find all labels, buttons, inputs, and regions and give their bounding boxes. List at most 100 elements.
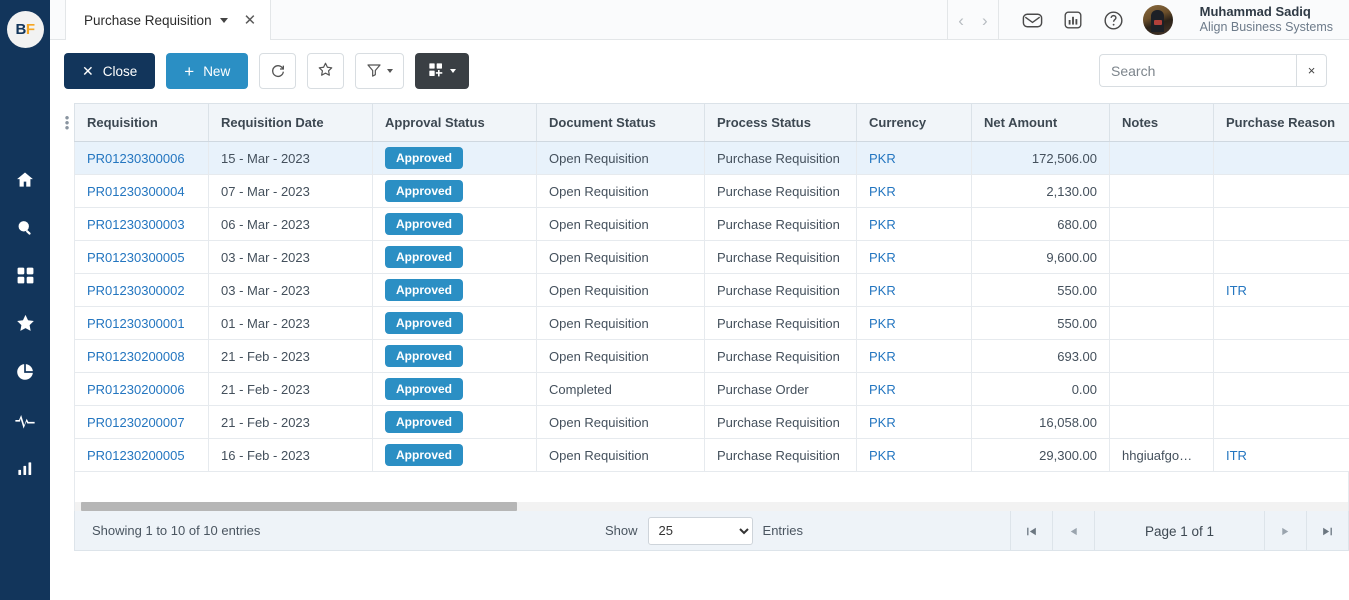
status-badge[interactable]: Approved — [385, 147, 464, 169]
first-page-button[interactable] — [1010, 511, 1052, 551]
status-badge[interactable]: Approved — [385, 312, 464, 334]
currency-link[interactable]: PKR — [869, 415, 896, 430]
table-row[interactable]: PR01230200006 21 - Feb - 2023 Approved Comp… — [74, 372, 1349, 406]
column-header-document_status[interactable]: Document Status — [536, 103, 705, 142]
chart-report-icon[interactable] — [1062, 9, 1084, 31]
table-row[interactable]: PR01230200008 21 - Feb - 2023 Approved Open… — [74, 339, 1349, 373]
search-clear-button[interactable]: × — [1296, 54, 1327, 87]
table-row[interactable]: PR01230200005 16 - Feb - 2023 Approved Open… — [74, 438, 1349, 472]
column-header-currency[interactable]: Currency — [856, 103, 972, 142]
nav-back-icon[interactable]: ‹ — [958, 12, 964, 29]
cell-requisition: PR01230300001 — [74, 306, 209, 340]
column-header-net_amount[interactable]: Net Amount — [971, 103, 1110, 142]
column-header-process_status[interactable]: Process Status — [704, 103, 857, 142]
table-row[interactable]: PR01230300006 15 - Mar - 2023 Approved Open… — [74, 141, 1349, 175]
column-header-notes[interactable]: Notes — [1109, 103, 1214, 142]
cell-process_status: Purchase Order — [704, 372, 857, 406]
currency-link[interactable]: PKR — [869, 448, 896, 463]
cell-document_status: Open Requisition — [536, 273, 705, 307]
sidebar-item-apps[interactable] — [12, 266, 38, 290]
close-button[interactable]: ✕ Close — [64, 53, 156, 89]
requisition-link[interactable]: PR01230300003 — [87, 217, 185, 232]
refresh-button[interactable] — [259, 53, 297, 89]
requisition-link[interactable]: PR01230300004 — [87, 184, 185, 199]
filter-button[interactable] — [355, 53, 405, 89]
prev-page-button[interactable] — [1052, 511, 1094, 551]
horizontal-scrollbar-thumb[interactable] — [81, 502, 517, 511]
help-question-icon[interactable] — [1102, 9, 1125, 32]
new-button[interactable]: + New — [166, 53, 249, 89]
cell-approval_status: Approved — [372, 306, 537, 340]
nav-forward-icon[interactable]: › — [982, 12, 988, 29]
currency-link[interactable]: PKR — [869, 283, 896, 298]
cell-requisition_date: 15 - Mar - 2023 — [208, 141, 373, 175]
cell-purchase_reason — [1213, 372, 1349, 406]
currency-link[interactable]: PKR — [869, 250, 896, 265]
next-page-button[interactable] — [1264, 511, 1306, 551]
close-icon[interactable]: ✕ — [244, 13, 257, 28]
sidebar-item-favorites[interactable] — [12, 314, 38, 338]
user-info[interactable]: Muhammad Sadiq Align Business Systems — [1200, 4, 1335, 36]
column-header-requisition[interactable]: Requisition — [74, 103, 209, 142]
currency-link[interactable]: PKR — [869, 349, 896, 364]
grid-options-handle[interactable]: • • • — [60, 111, 74, 134]
status-badge[interactable]: Approved — [385, 246, 464, 268]
status-badge[interactable]: Approved — [385, 444, 464, 466]
sidebar-item-search[interactable] — [12, 218, 38, 242]
add-view-button[interactable] — [415, 53, 470, 89]
sidebar-item-analytics[interactable] — [12, 458, 38, 482]
currency-link[interactable]: PKR — [869, 316, 896, 331]
table-row[interactable]: PR01230300001 01 - Mar - 2023 Approved Open… — [74, 306, 1349, 340]
column-header-purchase_reason[interactable]: Purchase Reason — [1213, 103, 1349, 142]
cell-currency: PKR — [856, 240, 972, 274]
avatar[interactable] — [1142, 5, 1173, 35]
currency-link[interactable]: PKR — [869, 184, 896, 199]
sidebar-item-reports[interactable] — [12, 362, 38, 386]
currency-link[interactable]: PKR — [869, 382, 896, 397]
cell-document_status: Completed — [536, 372, 705, 406]
requisition-link[interactable]: PR01230300001 — [87, 316, 185, 331]
status-badge[interactable]: Approved — [385, 213, 464, 235]
status-badge[interactable]: Approved — [385, 345, 464, 367]
cell-requisition: PR01230200008 — [74, 339, 209, 373]
cell-document_status: Open Requisition — [536, 240, 705, 274]
page-size-select[interactable]: 25 — [647, 516, 753, 545]
search-input[interactable] — [1099, 54, 1296, 87]
cell-purchase_reason: ITR — [1213, 438, 1349, 472]
tab-purchase-requisition[interactable]: Purchase Requisition ✕ — [65, 0, 272, 40]
status-badge[interactable]: Approved — [385, 411, 464, 433]
mail-icon[interactable] — [1021, 9, 1044, 32]
status-badge[interactable]: Approved — [385, 378, 464, 400]
purchase_reason-link[interactable]: ITR — [1226, 448, 1247, 463]
column-header-approval_status[interactable]: Approval Status — [372, 103, 537, 142]
status-badge[interactable]: Approved — [385, 180, 464, 202]
status-badge[interactable]: Approved — [385, 279, 464, 301]
requisition-link[interactable]: PR01230200006 — [87, 382, 185, 397]
table-row[interactable]: PR01230300003 06 - Mar - 2023 Approved Open… — [74, 207, 1349, 241]
app-logo[interactable]: BF — [0, 4, 50, 54]
cell-approval_status: Approved — [372, 405, 537, 439]
last-page-button[interactable] — [1306, 511, 1348, 551]
table-row[interactable]: PR01230300004 07 - Mar - 2023 Approved Open… — [74, 174, 1349, 208]
sidebar-item-activity[interactable] — [12, 410, 38, 434]
logo-letter-f: F — [25, 20, 35, 38]
favorite-button[interactable] — [307, 53, 345, 89]
table-row[interactable]: PR01230300002 03 - Mar - 2023 Approved Open… — [74, 273, 1349, 307]
requisition-link[interactable]: PR01230300005 — [87, 250, 185, 265]
requisition-link[interactable]: PR01230200008 — [87, 349, 185, 364]
horizontal-scrollbar[interactable] — [74, 502, 1349, 511]
currency-link[interactable]: PKR — [869, 151, 896, 166]
requisition-link[interactable]: PR01230200007 — [87, 415, 185, 430]
requisition-link[interactable]: PR01230300006 — [87, 151, 185, 166]
requisition-link[interactable]: PR01230300002 — [87, 283, 185, 298]
purchase_reason-link[interactable]: ITR — [1226, 283, 1247, 298]
currency-link[interactable]: PKR — [869, 217, 896, 232]
chevron-down-icon[interactable] — [219, 17, 228, 23]
cell-net_amount: 16,058.00 — [971, 405, 1110, 439]
requisition-link[interactable]: PR01230200005 — [87, 448, 185, 463]
table-row[interactable]: PR01230300005 03 - Mar - 2023 Approved Open… — [74, 240, 1349, 274]
table-row[interactable]: PR01230200007 21 - Feb - 2023 Approved Open… — [74, 405, 1349, 439]
column-header-requisition_date[interactable]: Requisition Date — [208, 103, 373, 142]
cell-purchase_reason — [1213, 405, 1349, 439]
sidebar-item-home[interactable] — [12, 170, 38, 194]
